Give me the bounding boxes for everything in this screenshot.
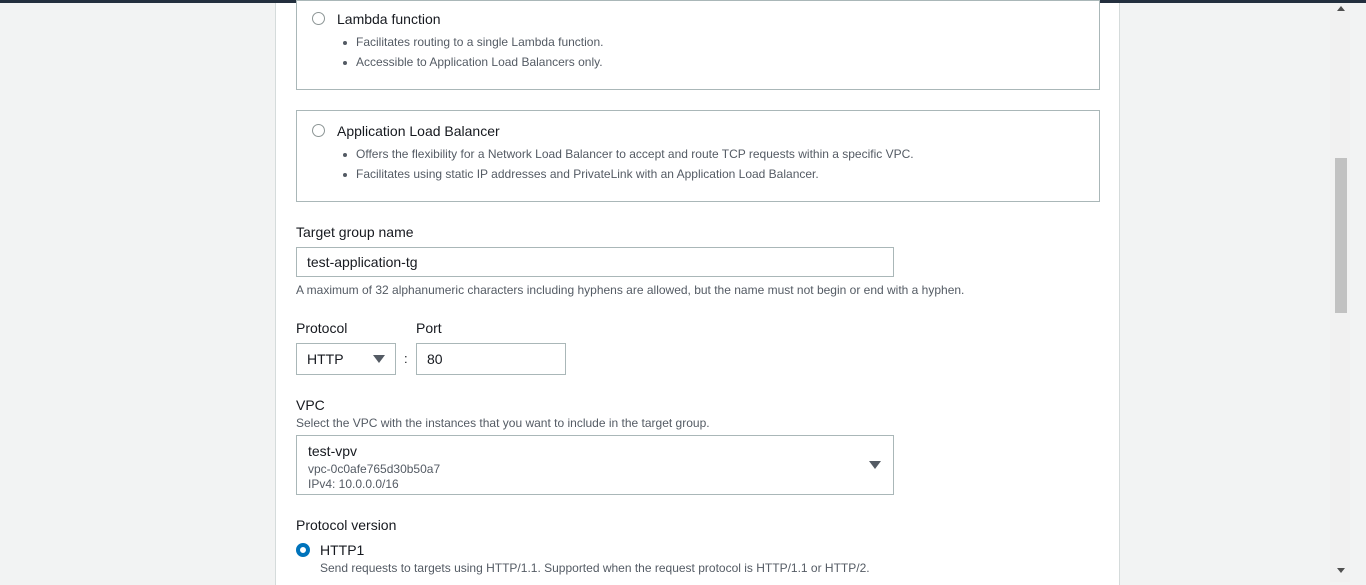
target-group-name-input[interactable]: test-application-tg [296,247,894,277]
application-load-balancer-title: Application Load Balancer [337,123,500,139]
vpc-name: test-vpv [308,443,358,459]
lambda-function-title: Lambda function [337,11,441,27]
http1-title: HTTP1 [320,542,365,558]
target-group-name-label: Target group name [296,224,414,240]
application-load-balancer-radio[interactable] [312,124,325,137]
protocol-label: Protocol [296,320,348,336]
alb-bullet: Facilitates using static IP addresses an… [343,167,819,181]
lambda-function-radio[interactable] [312,12,325,25]
target-group-name-help: A maximum of 32 alphanumeric characters … [296,283,965,297]
alb-bullet: Offers the flexibility for a Network Loa… [343,147,914,161]
vpc-cidr: IPv4: 10.0.0.0/16 [308,477,399,491]
port-input[interactable]: 80 [416,343,566,375]
http1-radio[interactable] [296,543,310,557]
protocol-version-label: Protocol version [296,517,397,533]
vpc-id: vpc-0c0afe765d30b50a7 [308,462,441,476]
port-label: Port [416,320,442,336]
http1-description: Send requests to targets using HTTP/1.1.… [320,561,870,575]
scroll-down-arrow-icon[interactable] [1337,568,1345,573]
scroll-up-arrow-icon[interactable] [1337,6,1345,11]
vpc-label: VPC [296,397,325,413]
caret-down-icon [373,355,385,363]
protocol-port-separator: : [404,351,408,366]
scrollbar-thumb[interactable] [1335,158,1347,313]
vpc-select[interactable]: test-vpv vpc-0c0afe765d30b50a7 IPv4: 10.… [296,435,894,495]
lambda-bullet: Accessible to Application Load Balancers… [343,55,603,69]
protocol-value: HTTP [307,351,344,367]
vpc-help: Select the VPC with the instances that y… [296,416,710,430]
caret-down-icon [869,461,881,469]
lambda-bullet: Facilitates routing to a single Lambda f… [342,35,604,49]
